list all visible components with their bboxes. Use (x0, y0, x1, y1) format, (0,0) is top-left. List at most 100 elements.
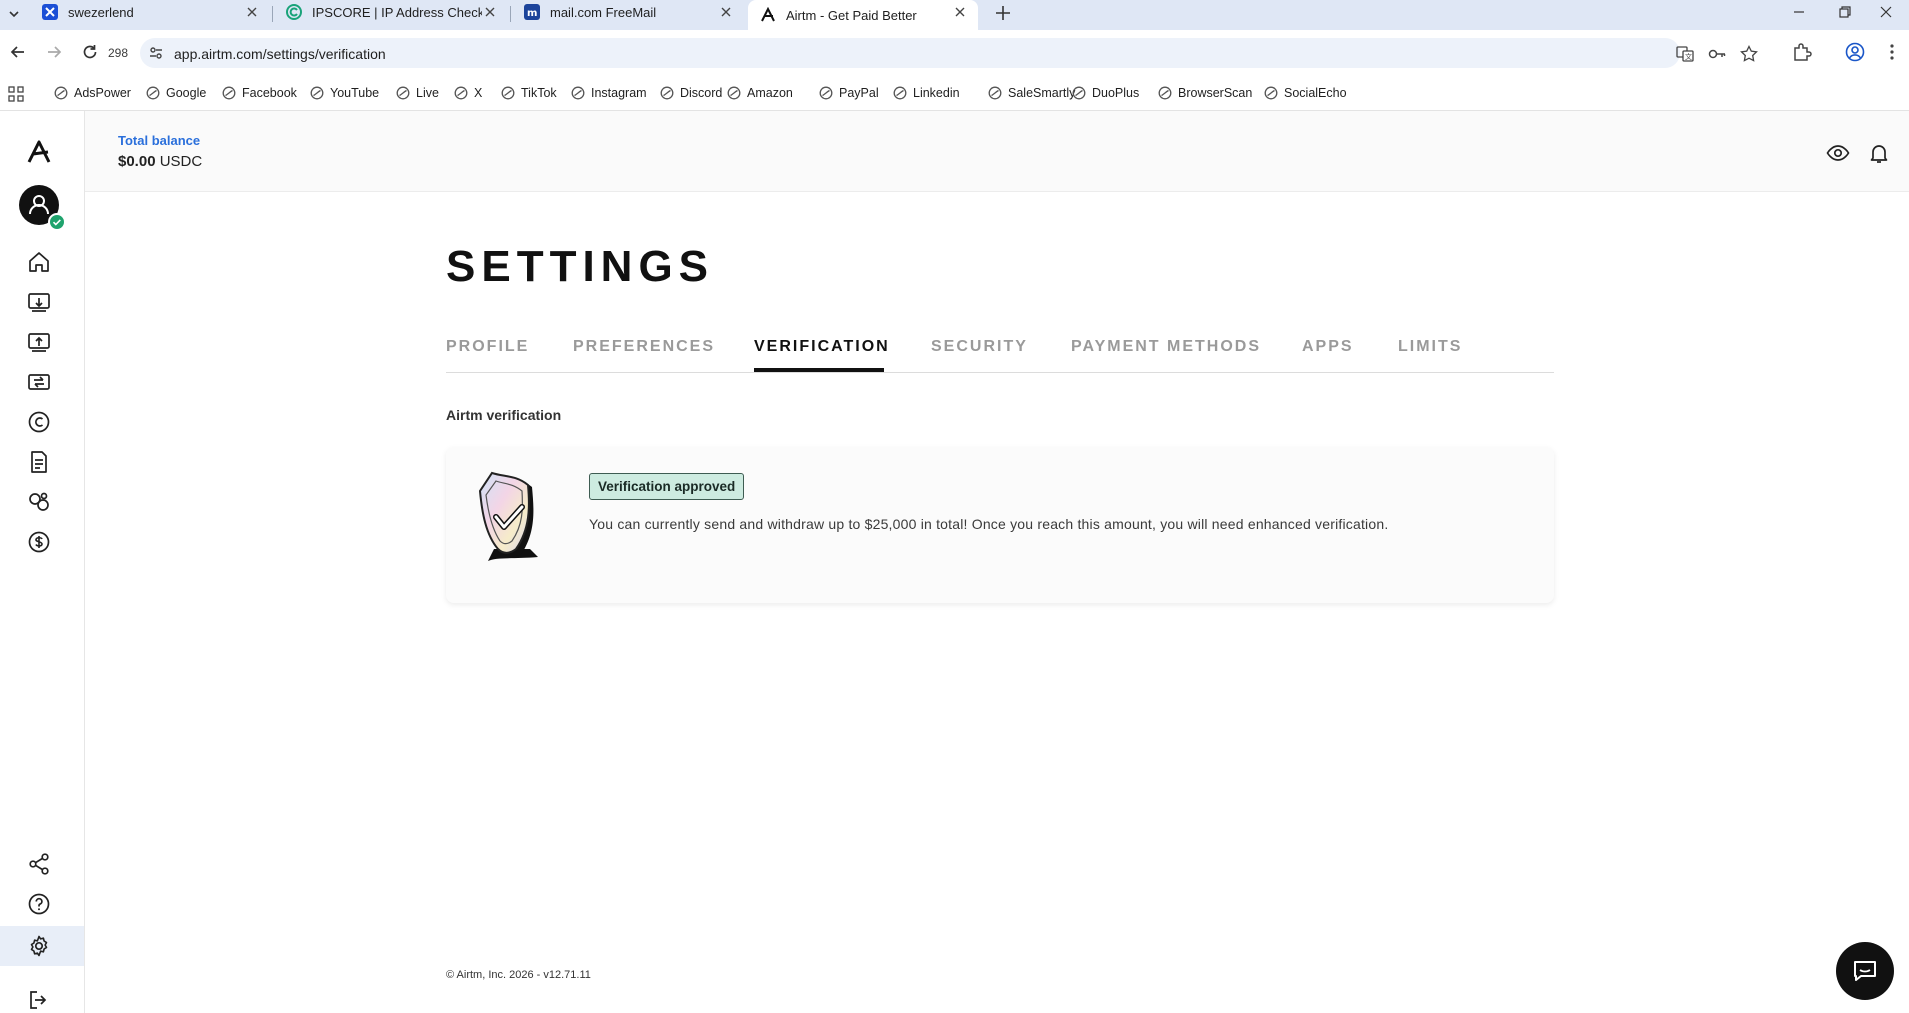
browser-tab-4-active[interactable]: Airtm - Get Paid Better (748, 0, 978, 30)
forward-arrow-icon[interactable] (42, 40, 66, 64)
home-icon[interactable] (26, 249, 52, 275)
bookmark-label: Facebook (242, 86, 297, 100)
tab-preferences[interactable]: PREFERENCES (573, 338, 715, 356)
address-bar[interactable]: app.airtm.com/settings/verification 文 (140, 38, 1758, 68)
settings-icon[interactable] (26, 933, 52, 959)
tab-search-chevron-icon[interactable] (4, 4, 24, 24)
withdraw-icon[interactable] (26, 329, 52, 355)
balance-header: Total balance $0.00 USDC (85, 111, 1909, 192)
svg-text:文: 文 (1685, 52, 1692, 61)
status-badge: Verification approved (589, 473, 745, 500)
bookmark-youtube[interactable]: YouTube (310, 86, 379, 100)
help-icon[interactable] (26, 891, 52, 917)
notification-bell-icon[interactable] (1867, 141, 1891, 165)
globe-icon (396, 86, 410, 100)
reload-icon[interactable] (78, 40, 102, 64)
services-icon[interactable] (26, 489, 52, 515)
bookmark-socialecho[interactable]: SocialEcho (1264, 86, 1347, 100)
mailcom-favicon-icon: m (524, 4, 540, 20)
bookmark-label: AdsPower (74, 86, 131, 100)
globe-icon (893, 86, 907, 100)
bookmark-live[interactable]: Live (396, 86, 439, 100)
globe-icon (454, 86, 468, 100)
balance-currency: USDC (159, 153, 203, 170)
chat-bubble-icon (1854, 961, 1876, 981)
bookmarks-bar: AdsPower Google Facebook YouTube Live X TikTok… (0, 78, 1909, 111)
password-key-icon[interactable] (1708, 45, 1726, 63)
crypto-icon[interactable] (26, 409, 52, 435)
bookmark-linkedin[interactable]: Linkedin (893, 86, 960, 100)
chat-support-button[interactable] (1836, 942, 1894, 1000)
new-tab-plus-icon[interactable] (992, 2, 1014, 24)
deposit-icon[interactable] (26, 289, 52, 315)
bookmark-instagram[interactable]: Instagram (571, 86, 647, 100)
profile-account-icon[interactable] (1845, 42, 1865, 62)
transfer-icon[interactable] (26, 369, 52, 395)
bookmark-tiktok[interactable]: TikTok (501, 86, 557, 100)
minimize-icon[interactable] (1776, 0, 1822, 24)
bookmark-adspower[interactable]: AdsPower (54, 86, 131, 100)
dollar-icon[interactable] (26, 529, 52, 555)
bookmark-label: BrowserScan (1178, 86, 1253, 100)
close-tab-icon[interactable] (718, 4, 734, 20)
bookmark-star-icon[interactable] (1740, 45, 1758, 63)
globe-icon (988, 86, 1002, 100)
bookmark-label: PayPal (839, 86, 879, 100)
tab-title: mail.com FreeMail (550, 4, 657, 20)
bookmark-label: Discord (680, 86, 723, 100)
tab-profile[interactable]: PROFILE (446, 338, 529, 356)
bookmark-label: Amazon (747, 86, 793, 100)
browser-tab-3[interactable]: m mail.com FreeMail (512, 0, 744, 24)
bookmark-x[interactable]: X (454, 86, 482, 100)
tab-verification[interactable]: VERIFICATION (754, 338, 890, 356)
browser-menu-kebab-icon[interactable] (1882, 42, 1902, 62)
bookmark-label: SaleSmartly (1008, 86, 1076, 100)
globe-icon (660, 86, 674, 100)
bookmark-amazon[interactable]: Amazon (727, 86, 793, 100)
page-title: SETTINGS (446, 242, 715, 291)
close-tab-icon[interactable] (952, 4, 968, 20)
restore-icon[interactable] (1822, 0, 1868, 24)
tab-payment-methods[interactable]: PAYMENT METHODS (1071, 338, 1261, 356)
extensions-puzzle-icon[interactable] (1792, 42, 1812, 62)
tab-title: swezerlend (68, 4, 134, 20)
apps-grid-icon[interactable] (8, 86, 24, 102)
share-icon[interactable] (26, 851, 52, 877)
back-arrow-icon[interactable] (6, 40, 30, 64)
browser-tab-1[interactable]: swezerlend (30, 0, 270, 24)
bookmark-google[interactable]: Google (146, 86, 206, 100)
bookmark-browserscan[interactable]: BrowserScan (1158, 86, 1252, 100)
close-window-icon[interactable] (1863, 0, 1909, 24)
bookmark-duoplus[interactable]: DuoPlus (1072, 86, 1139, 100)
translate-icon[interactable]: 文 (1676, 45, 1694, 63)
tab-security[interactable]: SECURITY (931, 338, 1028, 356)
active-tab-underline (754, 368, 884, 372)
close-tab-icon[interactable] (482, 4, 498, 20)
close-tab-icon[interactable] (244, 4, 260, 20)
svg-text:m: m (527, 8, 537, 19)
logout-icon[interactable] (26, 987, 52, 1013)
globe-icon (819, 86, 833, 100)
browser-tab-2[interactable]: IPSCORE | IP Address Checker a (274, 0, 508, 24)
url-text[interactable]: app.airtm.com/settings/verification (174, 46, 386, 62)
bookmark-discord[interactable]: Discord (660, 86, 722, 100)
bookmark-label: Instagram (591, 86, 647, 100)
globe-icon (571, 86, 585, 100)
bookmark-label: YouTube (330, 86, 380, 100)
tab-limits[interactable]: LIMITS (1398, 338, 1462, 356)
document-icon[interactable] (26, 449, 52, 475)
section-title: Airtm verification (446, 407, 562, 423)
footer-copyright: © Airtm, Inc. 2026 - v12.71.11 (446, 969, 591, 981)
browser-toolbar: 298 app.airtm.com/settings/verification … (0, 30, 1909, 78)
eye-icon[interactable] (1826, 141, 1850, 165)
airtm-logo-icon[interactable] (26, 139, 52, 165)
tab-separator (510, 6, 511, 22)
tab-apps[interactable]: APPS (1302, 338, 1354, 356)
tab-separator (272, 6, 273, 22)
bookmark-paypal[interactable]: PayPal (819, 86, 879, 100)
globe-icon (54, 86, 68, 100)
bookmark-facebook[interactable]: Facebook (222, 86, 297, 100)
site-settings-icon[interactable] (148, 45, 164, 61)
verified-check-icon (48, 213, 66, 231)
bookmark-salesmartly[interactable]: SaleSmartly (988, 86, 1075, 100)
